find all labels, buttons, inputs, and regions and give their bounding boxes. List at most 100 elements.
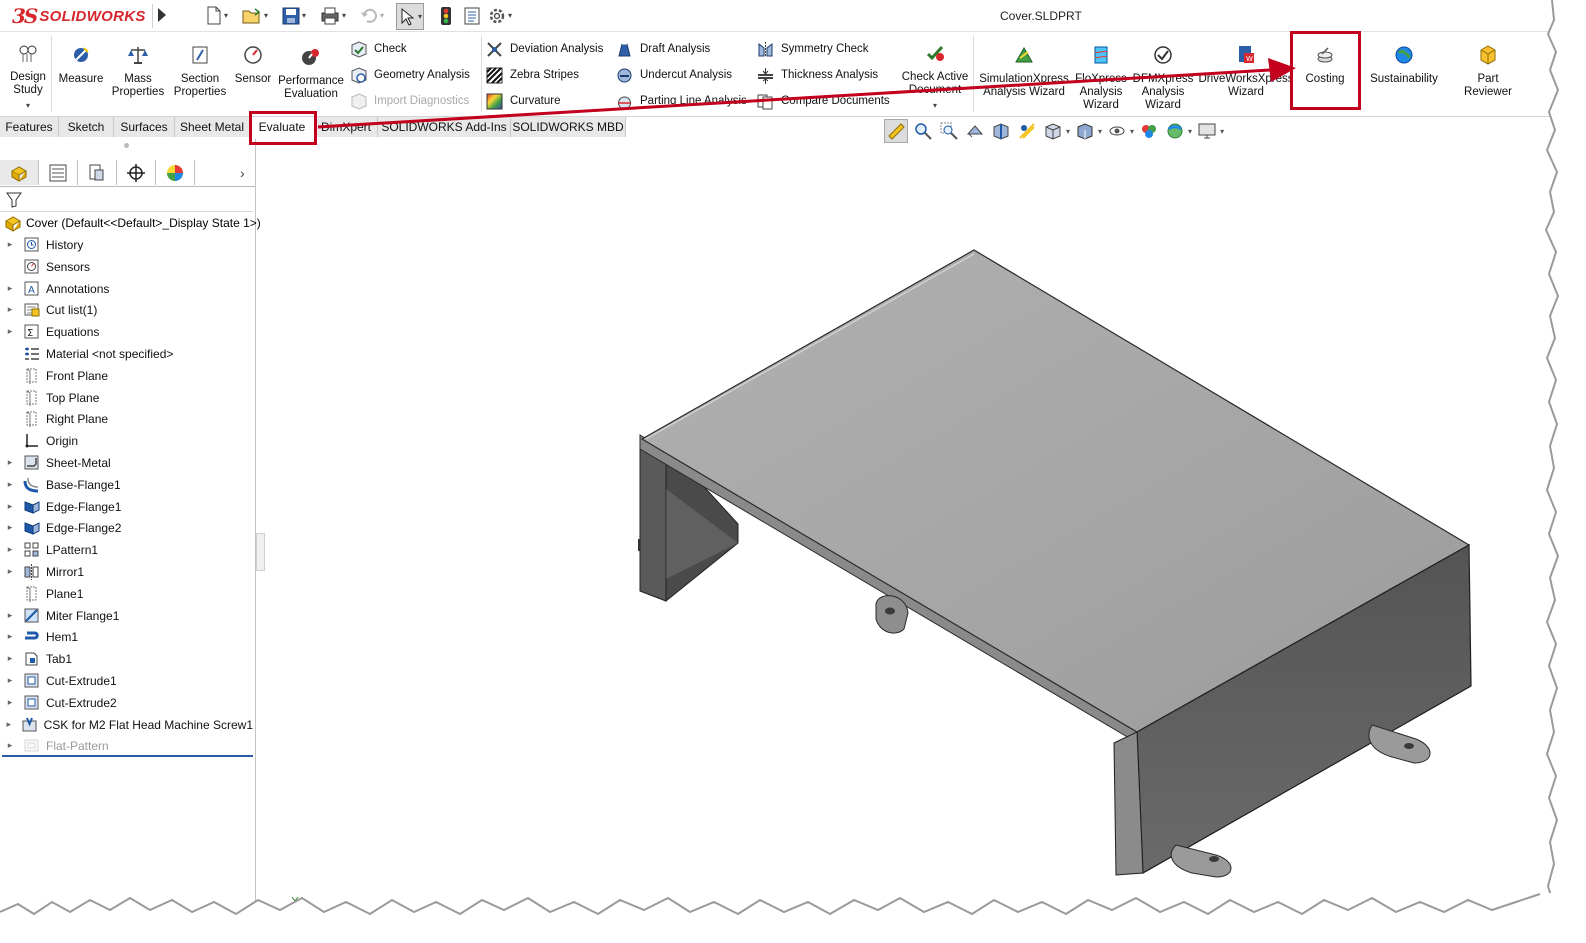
tree-item[interactable]: ▸ Hem1 bbox=[0, 626, 253, 647]
tree-root-part[interactable]: Cover (Default<<Default>_Display State 1… bbox=[4, 213, 261, 233]
undo-button[interactable]: ▾ bbox=[360, 5, 384, 26]
cover-part-model[interactable] bbox=[256, 139, 1552, 919]
sustainability-button[interactable]: Sustainability bbox=[1366, 44, 1442, 86]
tree-item[interactable]: ▸ CSK for M2 Flat Head Machine Screw1 bbox=[0, 714, 253, 735]
expand-arrow-icon[interactable]: ▸ bbox=[5, 326, 15, 337]
driveworksxpress-button[interactable]: W DriveWorksXpress Wizard bbox=[1198, 44, 1294, 99]
expand-arrow-icon[interactable]: ▸ bbox=[5, 501, 15, 512]
expand-arrow-icon[interactable]: ▸ bbox=[5, 522, 15, 533]
tree-item[interactable]: ▸ Base-Flange1 bbox=[0, 474, 253, 495]
sensor-button[interactable]: Sensor bbox=[232, 44, 274, 86]
expand-arrow-icon[interactable]: ▸ bbox=[5, 631, 15, 642]
expand-arrow-icon[interactable]: ▸ bbox=[5, 675, 15, 686]
simulationxpress-button[interactable]: SimulationXpress Analysis Wizard bbox=[978, 44, 1070, 99]
deviation-analysis-button[interactable]: Deviation Analysis bbox=[486, 39, 603, 59]
tab-dimxpert[interactable]: DimXpert bbox=[315, 117, 378, 137]
thickness-analysis-button[interactable]: Thickness Analysis bbox=[757, 65, 878, 85]
tree-item[interactable]: ▸ History bbox=[0, 234, 253, 255]
parting-line-analysis-button[interactable]: Parting Line Analysis bbox=[616, 91, 747, 111]
floxpress-button[interactable]: FloXpress Analysis Wizard bbox=[1072, 44, 1130, 112]
symmetry-check-button[interactable]: Symmetry Check bbox=[757, 39, 869, 59]
tree-item[interactable]: Front Plane bbox=[0, 365, 253, 386]
chevron-down-icon[interactable]: ▾ bbox=[1220, 127, 1224, 136]
tab-solidworks-mbd[interactable]: SOLIDWORKS MBD bbox=[511, 117, 626, 137]
expand-menu-arrow-icon[interactable] bbox=[158, 8, 166, 22]
panel-grip-icon[interactable] bbox=[124, 143, 129, 148]
expand-arrow-icon[interactable]: ▸ bbox=[5, 610, 15, 621]
tree-item[interactable]: ▸ Edge-Flange2 bbox=[0, 517, 253, 538]
tree-item[interactable]: Origin bbox=[0, 430, 253, 451]
tree-item[interactable]: ▸ Sheet-Metal bbox=[0, 452, 253, 473]
tree-item[interactable]: ▸ Mirror1 bbox=[0, 561, 253, 582]
tree-item[interactable]: Top Plane bbox=[0, 387, 253, 408]
options-button[interactable]: ▾ bbox=[488, 5, 512, 26]
tree-item[interactable]: ▸ Miter Flange1 bbox=[0, 605, 253, 626]
performance-evaluation-button[interactable]: Performance Evaluation bbox=[276, 46, 346, 101]
feature-manager-tab[interactable] bbox=[0, 160, 39, 185]
rollback-bar[interactable] bbox=[2, 755, 253, 757]
chevron-down-icon[interactable]: ▾ bbox=[8, 99, 48, 112]
solidworks-logo[interactable]: 3S SOLIDWORKS bbox=[12, 2, 150, 30]
expand-arrow-icon[interactable]: ▸ bbox=[5, 239, 15, 250]
expand-arrow-icon[interactable]: ▸ bbox=[5, 304, 15, 315]
expand-arrow-icon[interactable]: ▸ bbox=[5, 479, 15, 490]
tree-item[interactable]: Material <not specified> bbox=[0, 343, 253, 364]
new-document-button[interactable]: ▾ bbox=[206, 5, 228, 26]
zebra-stripes-button[interactable]: Zebra Stripes bbox=[486, 65, 579, 85]
expand-arrow-icon[interactable]: ▸ bbox=[5, 566, 15, 577]
configuration-manager-tab[interactable] bbox=[78, 160, 117, 185]
graphics-area[interactable] bbox=[256, 139, 1552, 919]
expand-arrow-icon[interactable]: ▸ bbox=[5, 544, 15, 555]
part-reviewer-button[interactable]: Part Reviewer bbox=[1458, 44, 1518, 99]
curvature-button[interactable]: Curvature bbox=[486, 91, 561, 111]
section-properties-button[interactable]: Section Properties bbox=[170, 44, 230, 99]
tab-solidworks-add-ins[interactable]: SOLIDWORKS Add-Ins bbox=[378, 117, 511, 137]
tree-item[interactable]: ▸ Cut-Extrude2 bbox=[0, 692, 253, 713]
tree-item[interactable]: Right Plane bbox=[0, 408, 253, 429]
tree-item[interactable]: Sensors bbox=[0, 256, 253, 277]
property-manager-tab[interactable] bbox=[39, 160, 78, 185]
tree-item[interactable]: ▸ LPattern1 bbox=[0, 539, 253, 560]
geometry-analysis-button[interactable]: Geometry Analysis bbox=[350, 65, 470, 85]
expand-arrow-icon[interactable]: ▸ bbox=[5, 457, 15, 468]
undercut-analysis-button[interactable]: Undercut Analysis bbox=[616, 65, 732, 85]
tab-sketch[interactable]: Sketch bbox=[59, 117, 114, 137]
tab-features[interactable]: Features bbox=[0, 117, 59, 137]
chevron-right-icon[interactable]: › bbox=[240, 165, 245, 181]
import-diagnostics-button[interactable]: Import Diagnostics bbox=[350, 91, 469, 111]
chevron-down-icon[interactable]: ▾ bbox=[1066, 127, 1070, 136]
tree-item[interactable]: ▸ Edge-Flange1 bbox=[0, 496, 253, 517]
tree-item[interactable]: ▸ Tab1 bbox=[0, 648, 253, 669]
tree-item[interactable]: Plane1 bbox=[0, 583, 253, 604]
chevron-down-icon[interactable]: ▾ bbox=[1098, 127, 1102, 136]
save-button[interactable]: ▾ bbox=[282, 5, 306, 26]
display-manager-tab[interactable] bbox=[156, 160, 195, 185]
check-active-document-button[interactable]: Check Active Document ▾ bbox=[900, 42, 970, 112]
expand-arrow-icon[interactable]: ▸ bbox=[5, 653, 15, 664]
rebuild-button[interactable] bbox=[440, 5, 452, 26]
tree-item[interactable]: ▸ Cut list(1) bbox=[0, 299, 253, 320]
mass-properties-button[interactable]: Mass Properties bbox=[108, 44, 168, 99]
dimxpert-manager-tab[interactable] bbox=[117, 160, 156, 185]
chevron-down-icon[interactable]: ▾ bbox=[1130, 127, 1134, 136]
print-button[interactable]: ▾ bbox=[320, 5, 346, 26]
tree-item[interactable]: ▸ Cut-Extrude1 bbox=[0, 670, 253, 691]
chevron-down-icon[interactable]: ▾ bbox=[900, 99, 970, 112]
tab-sheet-metal[interactable]: Sheet Metal bbox=[175, 117, 250, 137]
filter-bar[interactable] bbox=[0, 188, 253, 212]
expand-arrow-icon[interactable]: ▸ bbox=[5, 283, 15, 294]
expand-arrow-icon[interactable]: ▸ bbox=[5, 697, 15, 708]
draft-analysis-button[interactable]: Draft Analysis bbox=[616, 39, 710, 59]
expand-arrow-icon[interactable]: ▸ bbox=[5, 740, 15, 751]
select-button[interactable]: ▾ bbox=[396, 3, 425, 30]
dfmxpress-button[interactable]: DFMXpress Analysis Wizard bbox=[1132, 44, 1194, 112]
compare-documents-button[interactable]: Compare Documents bbox=[757, 91, 890, 111]
tree-item[interactable]: ▸ A Annotations bbox=[0, 278, 253, 299]
expand-arrow-icon[interactable]: ▸ bbox=[5, 719, 13, 730]
design-study-button[interactable]: Design Study ▾ bbox=[8, 42, 48, 112]
measure-button[interactable]: Measure bbox=[56, 44, 106, 86]
chevron-down-icon[interactable]: ▾ bbox=[1188, 127, 1192, 136]
tab-surfaces[interactable]: Surfaces bbox=[114, 117, 175, 137]
tree-item[interactable]: ▸ Σ Equations bbox=[0, 321, 253, 342]
open-document-button[interactable]: ▾ bbox=[242, 5, 268, 26]
